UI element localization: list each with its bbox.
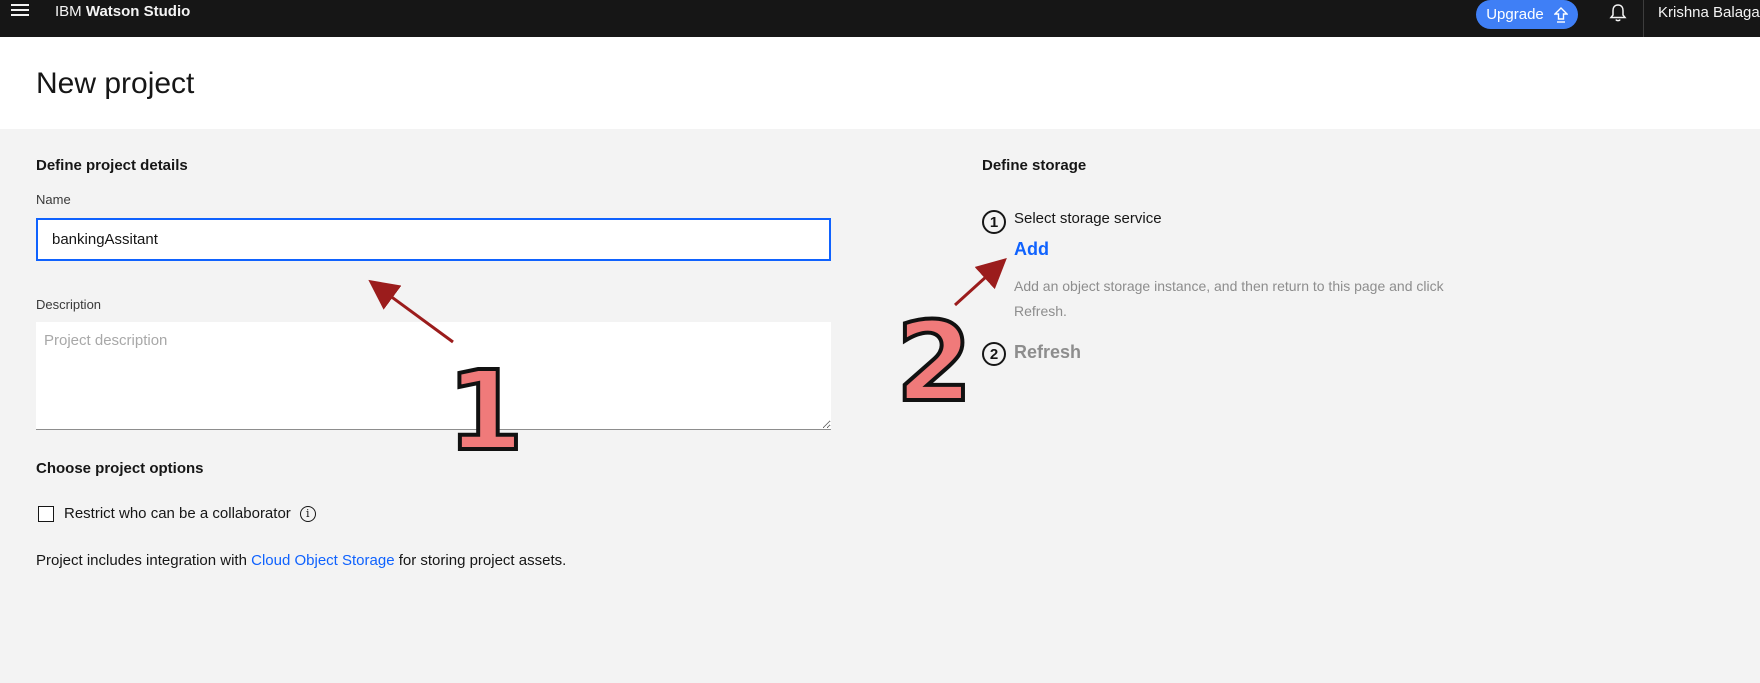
user-account-name[interactable]: Krishna Balaga's: [1658, 4, 1760, 21]
top-bar-divider: [1643, 0, 1644, 37]
annotation-marker-1: 1: [445, 347, 526, 475]
restrict-collaborator-label[interactable]: Restrict who can be a collaborator: [64, 505, 291, 522]
cloud-object-storage-link[interactable]: Cloud Object Storage: [251, 552, 394, 569]
annotation-marker-2: 2: [894, 298, 975, 426]
add-storage-link[interactable]: Add: [1014, 239, 1049, 260]
app-brand[interactable]: IBM Watson Studio: [55, 3, 190, 20]
integration-text: Project includes integration with Cloud …: [36, 552, 566, 569]
restrict-collaborator-checkbox[interactable]: [38, 505, 54, 522]
description-label: Description: [36, 297, 102, 312]
arrow-up-icon: [1553, 6, 1568, 23]
bell-icon[interactable]: [1608, 3, 1628, 23]
hamburger-icon[interactable]: [11, 4, 29, 18]
refresh-storage-link[interactable]: Refresh: [1014, 342, 1081, 363]
step-2-number: 2: [982, 342, 1006, 366]
integration-suffix: for storing project assets.: [394, 552, 567, 569]
page-header: New project: [0, 37, 1760, 129]
project-name-input[interactable]: [36, 218, 831, 261]
project-description-input[interactable]: [36, 322, 831, 430]
brand-name: Watson Studio: [85, 3, 191, 20]
page-title: New project: [36, 67, 195, 100]
step-1-label: Select storage service: [1014, 210, 1162, 227]
brand-prefix: IBM: [55, 3, 82, 20]
project-details-heading: Define project details: [36, 157, 188, 174]
project-options-heading: Choose project options: [36, 460, 204, 477]
top-bar: IBM Watson Studio Upgrade Krishna Balaga…: [0, 0, 1760, 37]
storage-help-text: Add an object storage instance, and then…: [1014, 278, 1444, 319]
info-icon[interactable]: i: [299, 505, 316, 522]
restrict-collaborator-row: Restrict who can be a collaborator i: [38, 505, 316, 522]
define-storage-heading: Define storage: [982, 157, 1087, 174]
upgrade-label: Upgrade: [1486, 6, 1544, 23]
name-label: Name: [36, 192, 71, 207]
step-1-number: 1: [982, 210, 1006, 234]
upgrade-button[interactable]: Upgrade: [1476, 0, 1578, 29]
integration-prefix: Project includes integration with: [36, 552, 252, 569]
